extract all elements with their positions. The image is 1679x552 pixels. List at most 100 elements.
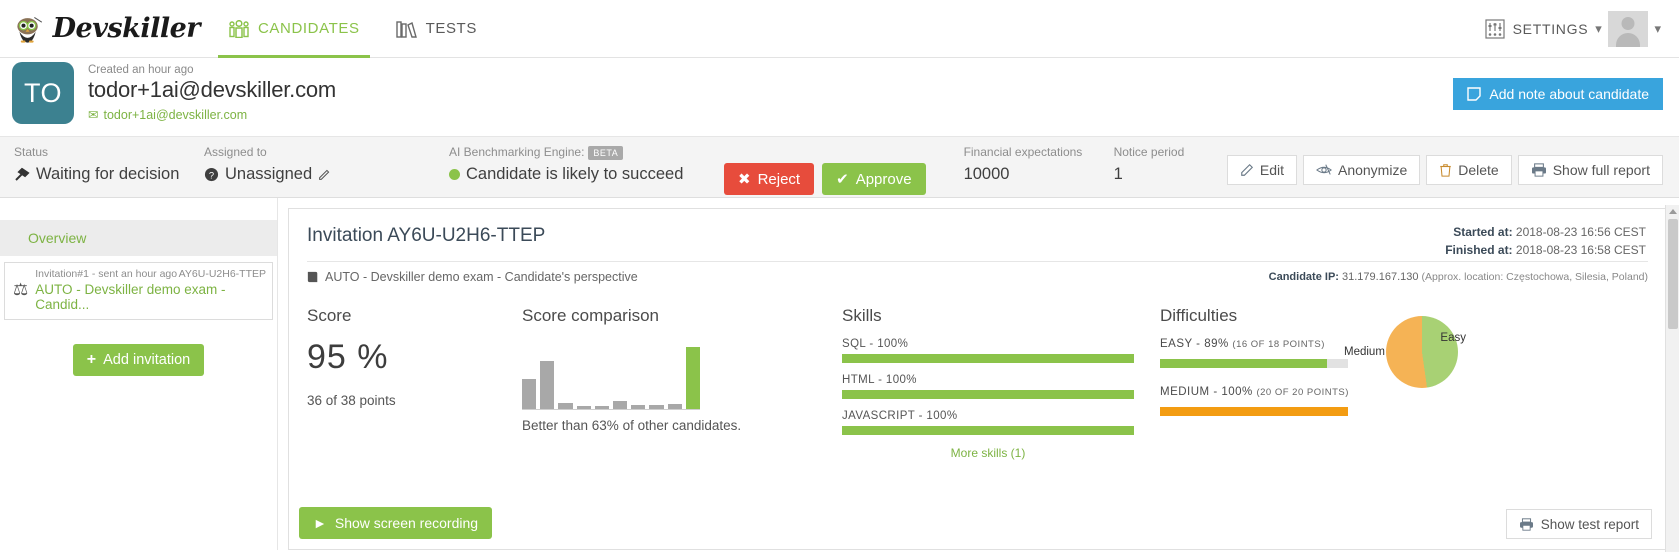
assigned-value-row[interactable]: ? Unassigned <box>204 165 449 184</box>
skill-bar-track <box>842 426 1134 435</box>
show-test-report-button[interactable]: Show test report <box>1505 509 1652 539</box>
decision-buttons: ✖ Reject ✔ Approve <box>724 163 926 195</box>
user-avatar[interactable] <box>1608 10 1649 47</box>
settings-label: SETTINGS <box>1512 20 1589 37</box>
edit-button[interactable]: Edit <box>1226 155 1297 185</box>
overview-label: Overview <box>28 230 87 246</box>
scrollbar-thumb[interactable] <box>1668 219 1678 329</box>
skill-bar-fill <box>842 390 1134 399</box>
difficulty-bar-track <box>1160 358 1348 368</box>
scales-icon: ⚖ <box>13 280 29 299</box>
finished-at-label: Finished at: <box>1445 243 1513 257</box>
svg-text:?: ? <box>209 170 214 180</box>
invitation-detail-main: Invitation AY6U-U2H6-TTEP Started at: 20… <box>278 198 1679 550</box>
score-comparison-heading: Score comparison <box>522 306 660 325</box>
started-at-label: Started at: <box>1453 225 1513 239</box>
page-scrollbar[interactable] <box>1665 205 1679 552</box>
edit-icon[interactable] <box>318 168 331 181</box>
invitation-card-meta-row: Invitation#1 - sent an hour ago AY6U-U2H… <box>35 268 266 280</box>
add-invitation-button[interactable]: + Add invitation <box>72 344 205 376</box>
difficulties-pie-chart: Easy Medium <box>1344 316 1466 460</box>
nav-right-area: SETTINGS ▾ ▾ <box>1484 10 1679 47</box>
notice-value: 1 <box>1113 165 1123 183</box>
check-icon: ✔ <box>836 171 849 188</box>
histogram-bar <box>667 404 682 409</box>
approve-button[interactable]: ✔ Approve <box>822 163 926 195</box>
sidebar-item-overview[interactable]: Overview <box>0 220 277 256</box>
score-column: Score 95 % 36 of 38 points <box>307 306 522 460</box>
skills-list: SQL - 100% HTML - 100% JAVASCRIPT - 100% <box>842 338 1160 435</box>
people-group-icon <box>229 19 249 38</box>
candidate-ip-location: (Approx. location: Częstochowa, Silesia,… <box>1421 271 1648 283</box>
sliders-icon <box>1485 18 1505 39</box>
skill-label: HTML - 100% <box>842 374 917 386</box>
difficulties-column: Difficulties EASY - 89% (16 OF 18 POINTS… <box>1160 306 1648 460</box>
assigned-value: Unassigned <box>225 165 313 183</box>
approve-label: Approve <box>855 170 912 188</box>
finished-at-value: 2018-08-23 16:58 CEST <box>1515 243 1646 257</box>
pie-label-easy: Easy <box>1440 332 1466 344</box>
ai-benchmark-value: Candidate is likely to succeed <box>466 165 684 183</box>
histogram-bar <box>649 405 664 409</box>
score-points: 36 of 38 points <box>307 393 396 408</box>
skills-column: Skills SQL - 100% HTML - 100% JAVASCRIPT -… <box>842 306 1160 460</box>
reject-label: Reject <box>757 170 801 188</box>
anonymize-label: Anonymize <box>1337 162 1408 178</box>
reject-button[interactable]: ✖ Reject <box>724 163 815 195</box>
score-comparison-text: Better than 63% of other candidates. <box>522 418 742 433</box>
assigned-column: Assigned to ? Unassigned <box>204 143 449 184</box>
invitation-times: Started at: 2018-08-23 16:56 CEST Finish… <box>1445 223 1646 259</box>
assigned-label: Assigned to <box>204 145 267 159</box>
trash-icon <box>1440 164 1451 177</box>
edit-label: Edit <box>1259 162 1284 178</box>
candidate-initials-avatar: TO <box>12 62 74 124</box>
brand-logo[interactable]: Devskiller <box>0 7 201 51</box>
scroll-up-arrow-icon[interactable] <box>1669 209 1677 214</box>
envelope-icon: ✉ <box>88 108 99 122</box>
histogram-bar <box>685 347 701 409</box>
delete-button[interactable]: Delete <box>1426 155 1512 185</box>
show-screen-recording-button[interactable]: ► Show screen recording <box>299 507 493 539</box>
ai-benchmark-column: AI Benchmarking Engine: BETA Candidate is… <box>449 143 694 184</box>
candidate-created-text: Created an hour ago <box>88 64 194 76</box>
add-note-button[interactable]: Add note about candidate <box>1453 78 1663 110</box>
exam-name-row: AUTO - Devskiller demo exam - Candidate'… <box>307 270 638 284</box>
play-icon: ► <box>313 515 327 531</box>
ai-benchmark-label-text: AI Benchmarking Engine: <box>449 145 585 159</box>
plus-icon: + <box>86 351 97 368</box>
nav-item-candidates-label: CANDIDATES <box>258 20 360 37</box>
started-at-value: 2018-08-23 16:56 CEST <box>1515 225 1646 239</box>
difficulty-label: EASY - 89% (16 OF 18 POINTS) <box>1160 334 1360 356</box>
status-label: Status <box>14 145 49 159</box>
nav-item-tests[interactable]: TESTS <box>378 0 495 58</box>
difficulty-points: (16 OF 18 POINTS) <box>1232 339 1325 350</box>
invitation-card-code: AY6U-U2H6-TTEP <box>178 268 266 280</box>
histogram-bar <box>613 401 628 409</box>
financial-column: Financial expectations 10000 <box>964 143 1114 184</box>
sidebar-invitation-card[interactable]: ⚖ Invitation#1 - sent an hour ago AY6U-U… <box>4 262 273 320</box>
pie-label-medium: Medium <box>1344 346 1385 358</box>
notice-label: Notice period <box>1113 145 1185 159</box>
settings-menu[interactable]: SETTINGS ▾ <box>1484 18 1603 40</box>
invitations-sidebar: Overview ⚖ Invitation#1 - sent an hour a… <box>0 198 278 550</box>
candidate-email-link-row[interactable]: ✉ todor+1ai@devskiller.com <box>88 107 336 123</box>
user-chevron-down-icon[interactable]: ▾ <box>1654 21 1661 37</box>
histogram-bar <box>540 361 555 409</box>
anonymize-button[interactable]: Anonymize <box>1302 155 1421 185</box>
status-dot-icon <box>449 169 460 180</box>
status-value-row: Waiting for decision <box>14 165 204 184</box>
skill-bar-track <box>842 390 1134 399</box>
question-circle-icon: ? <box>204 167 219 182</box>
skill-item: HTML - 100% <box>842 374 1160 399</box>
delete-label: Delete <box>1458 162 1499 178</box>
more-skills-link[interactable]: More skills (1) <box>842 446 1134 460</box>
invitation-card-meta: Invitation#1 - sent an hour ago <box>35 268 178 280</box>
nav-item-candidates[interactable]: CANDIDATES <box>210 0 378 58</box>
show-full-report-button[interactable]: Show full report <box>1517 155 1663 185</box>
skill-label: SQL - 100% <box>842 338 909 350</box>
skill-item: JAVASCRIPT - 100% <box>842 410 1160 435</box>
show-screen-recording-label: Show screen recording <box>334 515 479 531</box>
top-navigation-bar: Devskiller CANDIDATES TESTS SETTINGS ▾ ▾ <box>0 0 1679 58</box>
invitation-card-title: AUTO - Devskiller demo exam - Candid... <box>35 282 226 312</box>
nav-item-tests-label: TESTS <box>425 20 477 37</box>
